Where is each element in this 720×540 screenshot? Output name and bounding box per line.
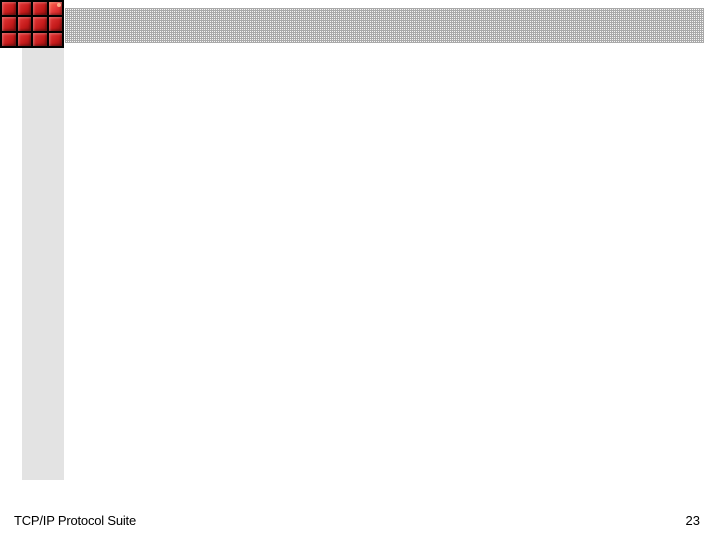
logo-cell — [2, 33, 16, 46]
logo-cell — [33, 2, 47, 15]
logo-cell — [33, 33, 47, 46]
logo-cell — [49, 33, 63, 46]
logo-cell — [2, 2, 16, 15]
footer-title: TCP/IP Protocol Suite — [14, 513, 136, 528]
logo-cell — [49, 17, 63, 30]
logo-cell — [2, 17, 16, 30]
logo-cell — [18, 17, 32, 30]
logo-cell — [49, 2, 63, 15]
page-number: 23 — [686, 513, 700, 528]
main-content-area — [64, 48, 720, 492]
sidebar-column — [22, 48, 64, 480]
logo-cell — [18, 33, 32, 46]
header-pattern-band — [65, 8, 704, 43]
logo-cell — [33, 17, 47, 30]
logo-grid-icon — [0, 0, 64, 48]
logo-cell — [18, 2, 32, 15]
